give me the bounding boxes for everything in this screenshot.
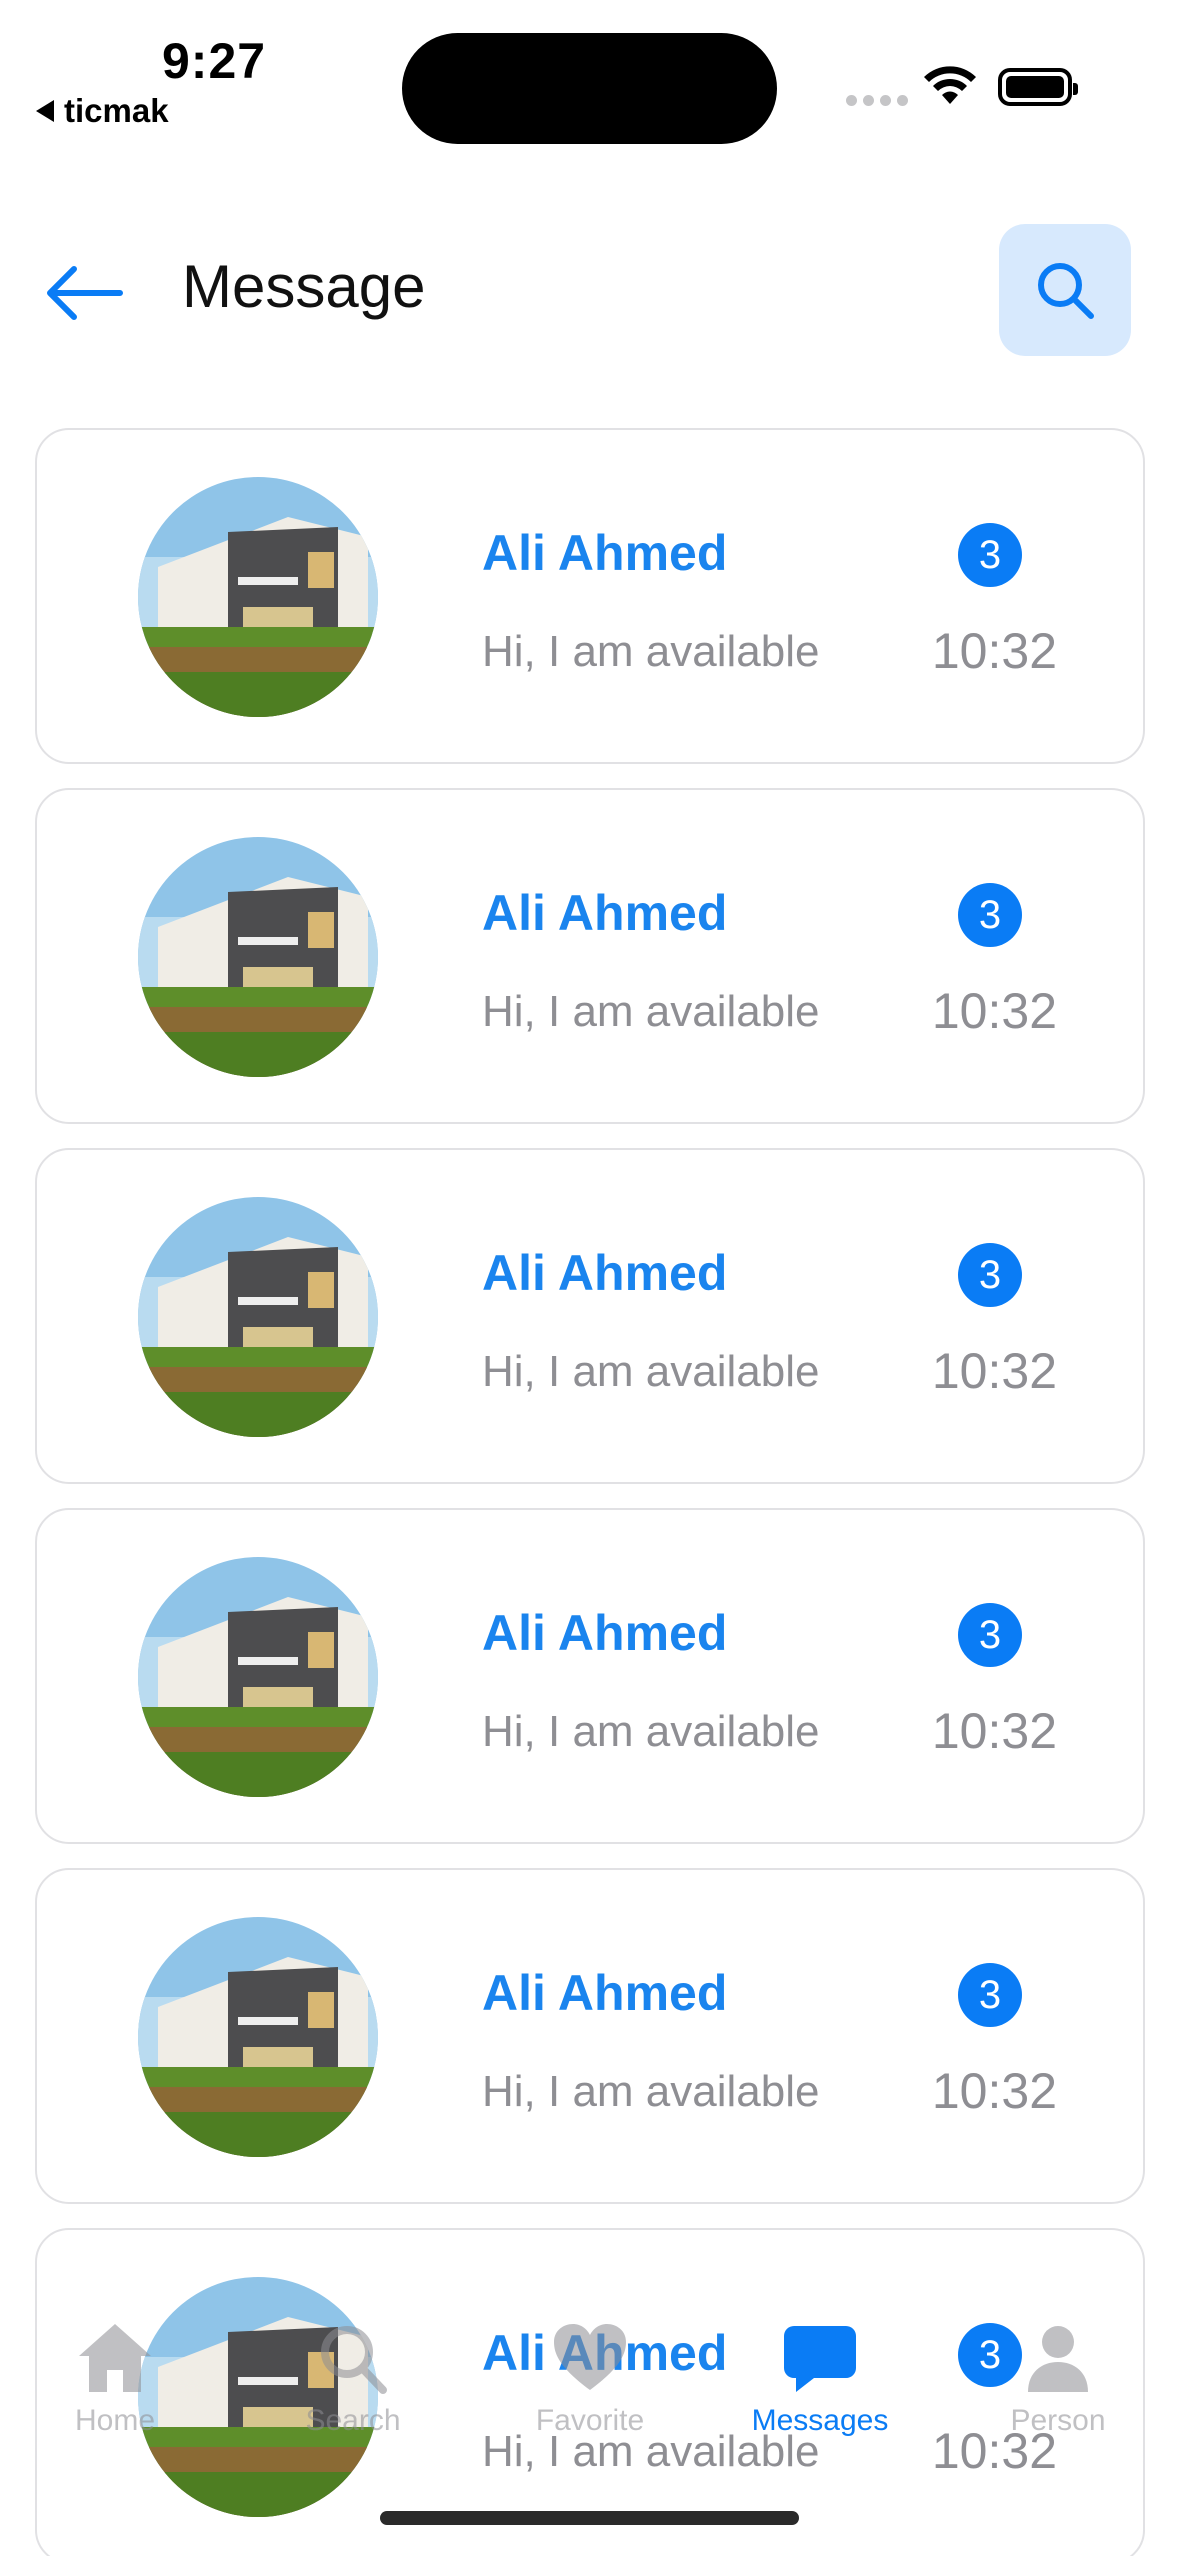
unread-badge: 3 — [958, 883, 1022, 947]
tab-favorite[interactable]: Favorite — [500, 2320, 680, 2438]
tab-label: Home — [74, 2404, 156, 2437]
avatar — [138, 1917, 378, 2157]
status-time: 9:27 — [162, 33, 267, 89]
search-button[interactable] — [999, 224, 1131, 356]
message-time: 10:32 — [931, 1343, 1057, 1399]
message-preview: Hi, I am available — [482, 1347, 820, 1396]
unread-badge: 3 — [958, 523, 1022, 587]
contact-name: Ali Ahmed — [482, 1605, 728, 1661]
conversation-list: Ali Ahmed Hi, I am available 3 10:32 Ali… — [35, 428, 1145, 2556]
unread-badge: 3 — [958, 1603, 1022, 1667]
avatar — [138, 837, 378, 1077]
heart-icon — [554, 2324, 626, 2390]
back-triangle-icon — [36, 100, 54, 122]
avatar — [138, 1197, 378, 1437]
tab-search[interactable]: Search — [263, 2320, 443, 2438]
cellular-signal-icon — [846, 95, 908, 106]
battery-icon — [998, 68, 1078, 106]
conversation-card[interactable]: Ali Ahmed Hi, I am available 3 10:32 — [35, 428, 1145, 764]
conversation-card[interactable]: Ali Ahmed Hi, I am available 3 10:32 — [35, 1868, 1145, 2204]
message-preview: Hi, I am available — [482, 1707, 820, 1756]
wifi-icon — [924, 66, 976, 104]
message-time: 10:32 — [931, 2063, 1057, 2119]
conversation-card[interactable]: Ali Ahmed Hi, I am available 3 10:32 — [35, 1148, 1145, 1484]
tab-label: Person — [1010, 2404, 1106, 2437]
avatar — [138, 477, 378, 717]
unread-badge: 3 — [958, 1963, 1022, 2027]
message-time: 10:32 — [931, 1703, 1057, 1759]
home-icon — [79, 2324, 151, 2392]
contact-name: Ali Ahmed — [482, 1245, 728, 1301]
person-icon — [1028, 2326, 1088, 2392]
dynamic-island — [402, 33, 777, 144]
back-button[interactable] — [44, 258, 126, 328]
contact-name: Ali Ahmed — [482, 525, 728, 581]
message-preview: Hi, I am available — [482, 2067, 820, 2116]
messages-screen: 9:27 ticmak Message Ali Ahmed Hi, I am a… — [0, 0, 1179, 2556]
back-to-app-link[interactable]: ticmak — [36, 92, 169, 130]
search-icon — [321, 2326, 387, 2394]
tab-person[interactable]: Person — [968, 2320, 1148, 2438]
conversation-card[interactable]: Ali Ahmed Hi, I am available 3 10:32 — [35, 788, 1145, 1124]
tab-home[interactable]: Home — [25, 2320, 205, 2438]
tab-bar: Home Search Favorite Messages Person — [0, 2300, 1179, 2480]
home-indicator[interactable] — [380, 2511, 799, 2525]
tab-label: Search — [305, 2404, 401, 2437]
chat-bubble-icon — [784, 2326, 856, 2392]
search-icon — [1038, 263, 1094, 319]
contact-name: Ali Ahmed — [482, 1965, 728, 2021]
page-title: Message — [182, 253, 426, 320]
tab-messages[interactable]: Messages — [730, 2320, 910, 2438]
message-time: 10:32 — [931, 623, 1057, 679]
message-time: 10:32 — [931, 983, 1057, 1039]
conversation-card[interactable]: Ali Ahmed Hi, I am available 3 10:32 — [35, 1508, 1145, 1844]
avatar — [138, 1557, 378, 1797]
message-preview: Hi, I am available — [482, 987, 820, 1036]
message-preview: Hi, I am available — [482, 627, 820, 676]
unread-badge: 3 — [958, 1243, 1022, 1307]
back-app-label: ticmak — [64, 92, 169, 129]
contact-name: Ali Ahmed — [482, 885, 728, 941]
tab-label: Favorite — [535, 2404, 645, 2437]
arrow-left-icon — [47, 266, 123, 320]
tab-label: Messages — [751, 2404, 889, 2437]
